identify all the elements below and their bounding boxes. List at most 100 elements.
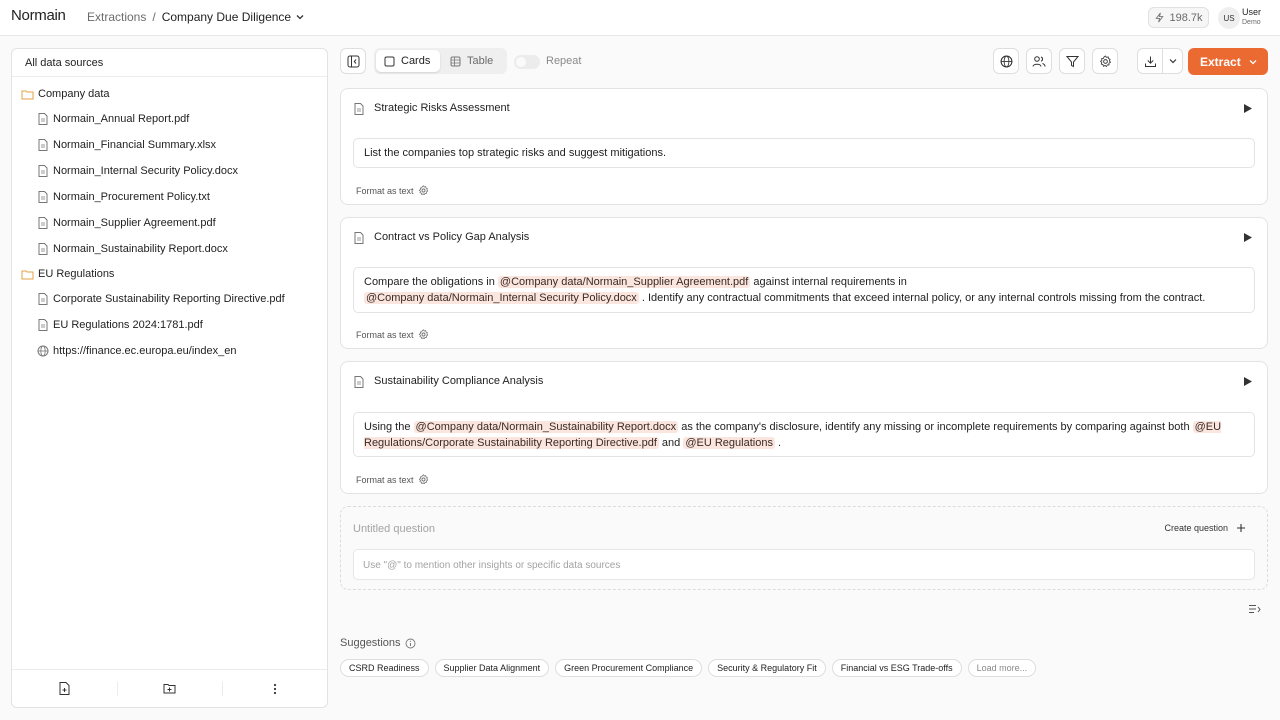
info-icon[interactable] (405, 638, 416, 649)
suggestion-chip[interactable]: Supplier Data Alignment (434, 659, 550, 677)
gear-icon (418, 329, 429, 340)
new-question-card: Untitled question Create question Use "@… (340, 506, 1268, 590)
gear-icon (1099, 55, 1112, 68)
top-bar: Normain Extractions / Company Due Dilige… (0, 0, 1280, 36)
download-button[interactable] (1138, 49, 1164, 73)
chevron-down-icon[interactable] (295, 12, 305, 22)
file-label: Normain_Procurement Policy.txt (53, 191, 210, 203)
file-icon (36, 293, 49, 306)
play-icon[interactable] (1242, 376, 1253, 387)
format-selector[interactable]: Format as text (356, 329, 429, 340)
file-item[interactable]: Normain_Financial Summary.xlsx (36, 134, 216, 156)
file-item[interactable]: EU Regulations 2024:1781.pdf (36, 314, 203, 336)
download-options-button[interactable] (1163, 49, 1182, 73)
prompt-field[interactable]: List the companies top strategic risks a… (353, 138, 1255, 168)
file-plus-icon (59, 682, 70, 695)
add-folder-button[interactable] (117, 670, 222, 707)
suggestion-chip[interactable]: Green Procurement Compliance (555, 659, 703, 677)
file-item[interactable]: Normain_Sustainability Report.docx (36, 238, 228, 260)
suggestion-chip[interactable]: Security & Regulatory Fit (708, 659, 826, 677)
breadcrumb-extractions-link[interactable]: Extractions (87, 10, 146, 24)
credits-badge[interactable]: 198.7k (1148, 7, 1209, 28)
extract-button[interactable]: Extract (1188, 48, 1268, 75)
suggestions-label: Suggestions (340, 637, 401, 649)
tab-cards-label: Cards (401, 55, 431, 67)
globe-icon (36, 345, 49, 358)
load-more-button[interactable]: Load more... (967, 659, 1037, 677)
users-button[interactable] (1026, 48, 1052, 74)
suggestion-chip[interactable]: CSRD Readiness (340, 659, 429, 677)
format-label: Format as text (356, 185, 414, 196)
toggle-sidebar-button[interactable] (340, 48, 366, 74)
more-options-button[interactable] (222, 670, 327, 707)
tab-table[interactable]: Table (442, 50, 505, 72)
tab-table-label: Table (467, 55, 494, 67)
square-icon (384, 56, 395, 67)
url-label: https://finance.ec.europa.eu/index_en (53, 345, 237, 357)
file-icon (36, 139, 49, 152)
file-item[interactable]: Normain_Annual Report.pdf (36, 108, 189, 130)
suggestion-chips: CSRD Readiness Supplier Data Alignment G… (340, 659, 1037, 677)
chevron-down-icon[interactable] (1248, 57, 1258, 67)
collapse-all-icon[interactable] (1248, 603, 1261, 615)
format-label: Format as text (356, 329, 414, 340)
format-selector[interactable]: Format as text (356, 185, 429, 196)
extract-label: Extract (1200, 54, 1241, 69)
repeat-toggle[interactable] (514, 55, 540, 69)
users-icon (1032, 55, 1046, 68)
question-title-input[interactable]: Untitled question (353, 523, 435, 535)
tab-cards[interactable]: Cards (376, 50, 440, 72)
file-icon (36, 165, 49, 178)
play-icon[interactable] (1242, 103, 1253, 114)
mention-chip[interactable]: @Company data/Normain_Internal Security … (364, 292, 639, 304)
mention-chip[interactable]: @EU Regulations (683, 436, 775, 449)
file-item[interactable]: Normain_Procurement Policy.txt (36, 186, 210, 208)
card-title[interactable]: Strategic Risks Assessment (374, 102, 510, 114)
settings-button[interactable] (1092, 48, 1118, 74)
card-title[interactable]: Contract vs Policy Gap Analysis (374, 231, 529, 243)
question-card: Sustainability Compliance Analysis Using… (340, 361, 1268, 494)
prompt-text: and (658, 436, 684, 449)
file-label: Normain_Annual Report.pdf (53, 113, 190, 125)
lightning-icon (1154, 12, 1165, 23)
folder-label: EU Regulations (38, 268, 115, 280)
file-label: Normain_Supplier Agreement.pdf (53, 217, 216, 229)
avatar[interactable]: US (1218, 7, 1240, 29)
file-item[interactable]: Normain_Internal Security Policy.docx (36, 160, 238, 182)
folder-company-data[interactable]: Company data (21, 83, 110, 105)
sidebar-header[interactable]: All data sources (12, 49, 327, 77)
plus-icon (1236, 523, 1246, 533)
play-icon[interactable] (1242, 232, 1253, 243)
web-search-button[interactable] (993, 48, 1019, 74)
prompt-field[interactable]: Using the @Company data/Normain_Sustaina… (353, 412, 1255, 457)
suggestion-chip[interactable]: Financial vs ESG Trade-offs (831, 659, 962, 677)
file-label: Normain_Sustainability Report.docx (53, 243, 228, 255)
data-sources-sidebar: All data sources Company data Normain_An… (11, 48, 328, 708)
add-file-button[interactable] (12, 670, 117, 707)
file-icon (36, 191, 49, 204)
filter-button[interactable] (1059, 48, 1085, 74)
globe-icon (1000, 55, 1013, 68)
download-icon (1144, 55, 1157, 68)
question-card: Strategic Risks Assessment List the comp… (340, 88, 1268, 205)
prompt-text: List the companies top strategic risks a… (364, 147, 667, 159)
file-item[interactable]: Normain_Supplier Agreement.pdf (36, 212, 216, 234)
mention-chip[interactable]: @Company data/Normain_Sustainability Rep… (413, 420, 679, 433)
format-label: Format as text (356, 474, 414, 485)
url-item[interactable]: https://finance.ec.europa.eu/index_en (36, 340, 236, 362)
question-prompt-input[interactable]: Use "@" to mention other insights or spe… (353, 549, 1255, 580)
create-question-label: Create question (1164, 523, 1228, 533)
view-switcher: Cards Table (374, 48, 507, 74)
more-vertical-icon (273, 683, 277, 695)
file-icon (36, 217, 49, 230)
card-title[interactable]: Sustainability Compliance Analysis (374, 375, 543, 387)
mention-chip[interactable]: @Company data/Normain_Supplier Agreement… (497, 276, 751, 288)
prompt-field[interactable]: Compare the obligations in @Company data… (353, 267, 1255, 313)
folder-plus-icon (163, 683, 176, 694)
format-selector[interactable]: Format as text (356, 474, 429, 485)
logo[interactable]: Normain (11, 7, 66, 24)
file-item[interactable]: Corporate Sustainability Reporting Direc… (36, 288, 285, 310)
folder-eu-regulations[interactable]: EU Regulations (21, 263, 114, 285)
create-question-button[interactable]: Create question (1164, 523, 1246, 533)
breadcrumb-current[interactable]: Company Due Diligence (162, 10, 291, 24)
